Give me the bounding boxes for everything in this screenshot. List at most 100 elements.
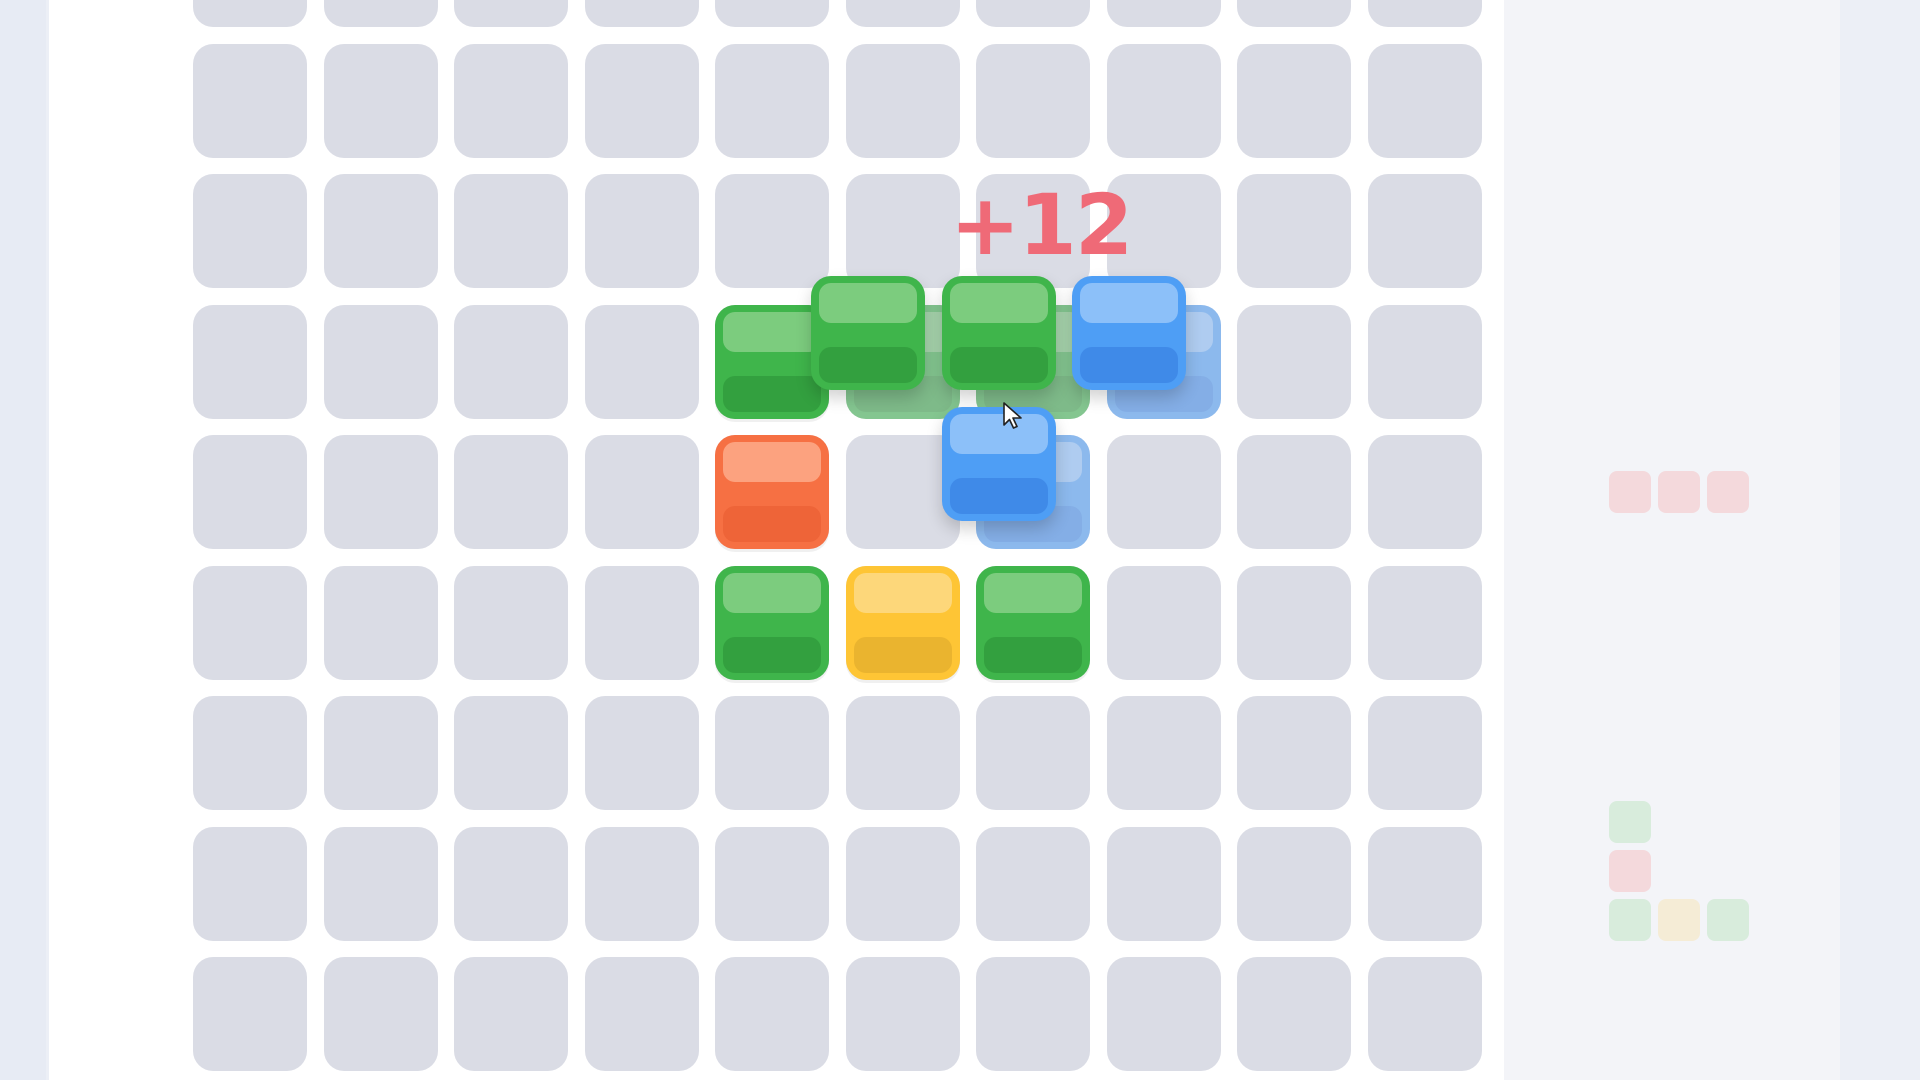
board-cell[interactable] — [845, 43, 960, 158]
board-cell[interactable] — [1367, 565, 1482, 680]
board-cell[interactable] — [323, 43, 438, 158]
board-cell[interactable] — [845, 826, 960, 941]
board-cell[interactable] — [1106, 565, 1221, 680]
next-piece-cell — [1707, 899, 1749, 941]
board-cell[interactable] — [454, 826, 568, 941]
board-cell[interactable] — [584, 0, 699, 27]
board-cell[interactable] — [584, 174, 699, 288]
board-cell[interactable] — [976, 696, 1090, 810]
board-cell[interactable] — [193, 304, 307, 419]
board-cell[interactable] — [1367, 696, 1482, 810]
board-cell[interactable] — [845, 957, 960, 1071]
block-highlight — [853, 572, 952, 613]
board-cell[interactable] — [845, 0, 960, 27]
board-cell[interactable] — [584, 304, 699, 419]
board-cell[interactable] — [323, 826, 438, 941]
board-cell[interactable] — [1237, 304, 1351, 419]
board-cell[interactable] — [1237, 565, 1351, 680]
board-cell[interactable] — [193, 0, 307, 27]
block-shade — [1080, 347, 1178, 383]
board-cell[interactable] — [1237, 696, 1351, 810]
board-cell[interactable] — [193, 43, 307, 158]
board-cell[interactable] — [454, 957, 568, 1071]
board-cell[interactable] — [454, 304, 568, 419]
board-cell[interactable] — [1367, 43, 1482, 158]
board-cell[interactable] — [584, 696, 699, 810]
board-cell[interactable] — [845, 174, 960, 288]
next-piece-cell — [1658, 899, 1700, 941]
block-highlight — [723, 311, 821, 352]
board-cell[interactable] — [715, 957, 829, 1071]
board-cell[interactable] — [1237, 435, 1351, 549]
board-cell[interactable] — [1106, 435, 1221, 549]
block-shade — [723, 506, 821, 542]
board-cell[interactable] — [1106, 826, 1221, 941]
board-cell[interactable] — [1367, 435, 1482, 549]
block-highlight — [723, 442, 821, 482]
block-shade — [984, 636, 1082, 673]
score-popup: +12 — [950, 176, 1133, 274]
placed-block — [976, 565, 1090, 680]
board-cell[interactable] — [454, 0, 568, 27]
block-highlight — [1080, 283, 1178, 323]
board-cell[interactable] — [193, 565, 307, 680]
placed-block — [715, 565, 829, 680]
board-cell[interactable] — [1367, 957, 1482, 1071]
dragged-block[interactable] — [941, 406, 1056, 521]
board-cell[interactable] — [584, 43, 699, 158]
board-cell[interactable] — [454, 435, 568, 549]
board-cell[interactable] — [1367, 174, 1482, 288]
board-cell[interactable] — [715, 0, 829, 27]
board-cell[interactable] — [193, 826, 307, 941]
board-cell[interactable] — [584, 957, 699, 1071]
board-cell[interactable] — [323, 0, 438, 27]
board-cell[interactable] — [1237, 43, 1351, 158]
board-cell[interactable] — [976, 43, 1090, 158]
board-cell[interactable] — [1367, 826, 1482, 941]
board-cell[interactable] — [715, 826, 829, 941]
board-cell[interactable] — [1237, 174, 1351, 288]
board-cell[interactable] — [454, 43, 568, 158]
placed-block — [845, 565, 960, 680]
next-piece-cell — [1609, 471, 1651, 513]
board-cell[interactable] — [454, 174, 568, 288]
board-cell[interactable] — [323, 174, 438, 288]
board-cell[interactable] — [1106, 43, 1221, 158]
board-cell[interactable] — [1367, 0, 1482, 27]
board-cell[interactable] — [323, 957, 438, 1071]
block-shade — [949, 477, 1048, 514]
board-cell[interactable] — [323, 304, 438, 419]
board-cell[interactable] — [584, 565, 699, 680]
board-cell[interactable] — [193, 435, 307, 549]
board-cell[interactable] — [1106, 957, 1221, 1071]
board-cell[interactable] — [193, 174, 307, 288]
board-cell[interactable] — [715, 696, 829, 810]
game-screen: +12 — [0, 0, 1920, 1080]
board-cell[interactable] — [193, 696, 307, 810]
board-cell[interactable] — [1106, 696, 1221, 810]
board-cell[interactable] — [584, 435, 699, 549]
board-cell[interactable] — [976, 957, 1090, 1071]
board-cell[interactable] — [454, 696, 568, 810]
board-cell[interactable] — [1367, 304, 1482, 419]
block-shade — [723, 375, 821, 412]
dragged-block[interactable] — [811, 276, 925, 390]
board-cell[interactable] — [323, 696, 438, 810]
board-cell[interactable] — [1237, 957, 1351, 1071]
board-cell[interactable] — [1237, 826, 1351, 941]
board-cell[interactable] — [584, 826, 699, 941]
board-cell[interactable] — [976, 826, 1090, 941]
mouse-pointer-icon — [1003, 402, 1022, 429]
board-cell[interactable] — [1106, 0, 1221, 27]
board-cell[interactable] — [1237, 0, 1351, 27]
board-cell[interactable] — [193, 957, 307, 1071]
dragged-block[interactable] — [941, 276, 1056, 390]
board-cell[interactable] — [715, 43, 829, 158]
dragged-block[interactable] — [1072, 276, 1186, 390]
board-cell[interactable] — [454, 565, 568, 680]
board-cell[interactable] — [976, 0, 1090, 27]
board-cell[interactable] — [715, 174, 829, 288]
board-cell[interactable] — [845, 696, 960, 810]
board-cell[interactable] — [323, 565, 438, 680]
board-cell[interactable] — [323, 435, 438, 549]
